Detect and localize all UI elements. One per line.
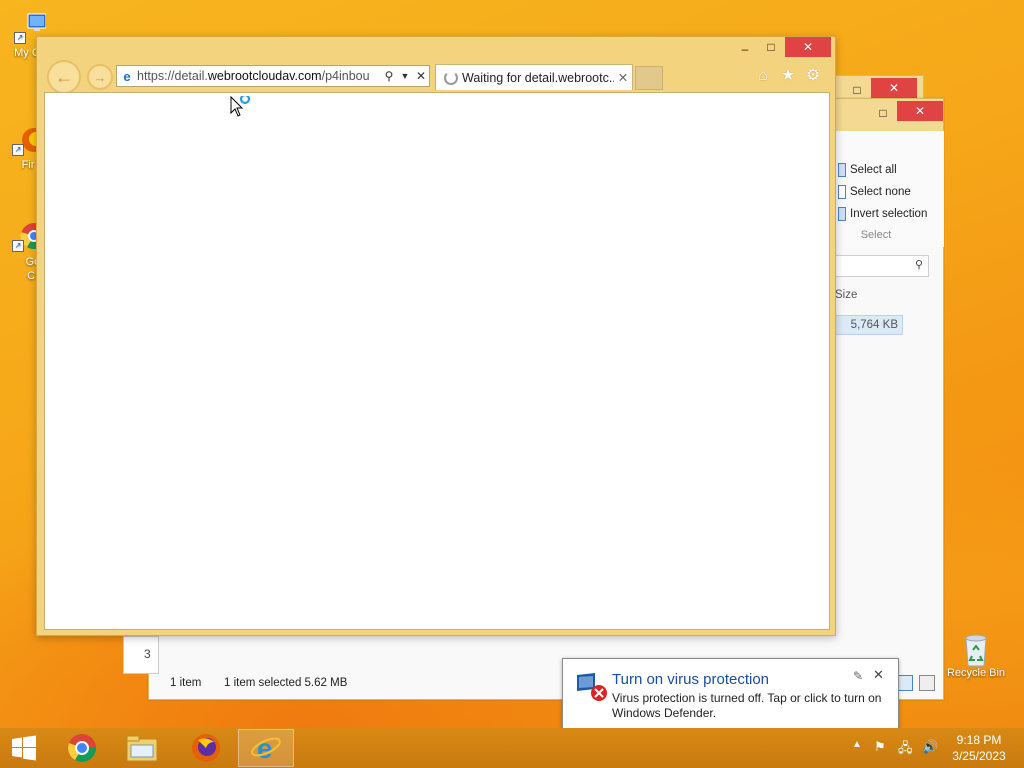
shortcut-arrow-icon: ↗: [12, 240, 24, 252]
settings-gear-icon[interactable]: ⚙: [803, 66, 823, 86]
taskbar: e ▲ ⚑ 🖧 🔊 9:18 PM 3/25/2023: [0, 728, 1024, 768]
select-none-button[interactable]: Select none: [838, 183, 911, 201]
firefox-icon: [192, 734, 220, 762]
partial-text: 3: [144, 647, 151, 661]
taskbar-firefox[interactable]: [178, 729, 234, 767]
back-arrow-icon: ←: [55, 66, 73, 87]
shortcut-arrow-icon: ↗: [14, 32, 26, 44]
select-all-button[interactable]: Select all: [838, 161, 897, 179]
select-none-icon: [838, 185, 846, 199]
favorites-star-icon[interactable]: ★: [778, 66, 798, 86]
minimize-button[interactable]: ‒: [731, 39, 759, 59]
ribbon-select-group: Select all Select none Invert selection …: [835, 131, 944, 247]
network-icon[interactable]: 🖧: [898, 739, 913, 761]
folder-icon: [126, 735, 158, 762]
windows-logo-icon: [12, 735, 36, 761]
search-input[interactable]: ⚲: [835, 255, 929, 277]
taskbar-file-explorer[interactable]: [114, 729, 170, 767]
notification-body: Virus protection is turned off. Tap or c…: [612, 691, 882, 720]
pin-icon[interactable]: ✎: [853, 669, 863, 683]
new-tab-button[interactable]: [635, 66, 663, 90]
stop-icon[interactable]: ✕: [413, 69, 429, 83]
windows-defender-flag-icon: [575, 671, 609, 706]
back-button[interactable]: ←: [47, 60, 81, 94]
defender-notification[interactable]: Turn on virus protection Virus protectio…: [562, 658, 899, 730]
details-view-button[interactable]: [897, 675, 913, 691]
maximize-button[interactable]: □: [869, 103, 897, 123]
search-icon: ⚲: [914, 259, 923, 271]
desktop-icon-recycle-bin[interactable]: Recycle Bin: [944, 632, 1008, 679]
select-all-icon: [838, 163, 846, 177]
show-hidden-icons-button[interactable]: ▲: [852, 739, 862, 750]
clock-time: 9:18 PM: [956, 733, 1002, 747]
page-content-area[interactable]: [44, 92, 830, 630]
forward-arrow-icon: →: [93, 69, 107, 85]
maximize-button[interactable]: □: [757, 37, 785, 57]
svg-text:e: e: [257, 733, 273, 764]
tab-close-icon[interactable]: ✕: [614, 70, 632, 85]
column-header-size[interactable]: Size: [835, 289, 857, 301]
maximize-button[interactable]: □: [843, 80, 871, 100]
internet-explorer-window: ‒ □ ✕ ← → e https://detail.webrootclouda…: [36, 36, 836, 636]
internet-explorer-icon: e: [251, 733, 281, 764]
large-icons-view-button[interactable]: [919, 675, 935, 691]
dropdown-icon[interactable]: ▼: [397, 71, 413, 81]
chrome-icon: [68, 734, 96, 762]
loading-spinner-icon: [444, 70, 458, 85]
close-button[interactable]: ✕: [785, 37, 831, 57]
taskbar-clock[interactable]: 9:18 PM 3/25/2023: [944, 732, 1014, 764]
notification-title: Turn on virus protection: [612, 671, 770, 688]
close-button[interactable]: ✕: [871, 78, 917, 98]
ie-page-icon: e: [123, 68, 131, 84]
status-selection: 1 item selected 5.62 MB: [224, 677, 348, 689]
forward-button[interactable]: →: [87, 64, 113, 90]
close-button[interactable]: ✕: [897, 101, 943, 121]
desktop-icon-label: Recycle Bin: [946, 667, 1006, 679]
browser-tab[interactable]: Waiting for detail.webrootc... ✕: [435, 64, 633, 90]
action-center-alert-icon[interactable]: ⚑: [874, 739, 886, 755]
address-bar[interactable]: e https://detail.webrootcloudav.com/p4in…: [116, 65, 430, 87]
background-panel: 3: [123, 636, 159, 674]
taskbar-chrome[interactable]: [54, 729, 110, 767]
home-icon[interactable]: ⌂: [753, 66, 773, 86]
tab-label: Waiting for detail.webrootc...: [462, 70, 614, 85]
clock-date: 3/25/2023: [952, 749, 1006, 763]
status-item-count: 1 item: [170, 677, 202, 689]
shortcut-arrow-icon: ↗: [12, 144, 24, 156]
notification-close-icon[interactable]: ✕: [873, 667, 884, 683]
invert-selection-icon: [838, 207, 846, 221]
address-url[interactable]: https://detail.webrootcloudav.com/p4inbo…: [137, 69, 381, 83]
invert-selection-button[interactable]: Invert selection: [838, 205, 927, 223]
ribbon-group-label: Select: [860, 229, 892, 241]
taskbar-internet-explorer[interactable]: e: [238, 729, 294, 767]
recycle-bin-icon: [960, 632, 992, 667]
file-size-cell[interactable]: 5,764 KB: [835, 315, 903, 335]
volume-icon[interactable]: 🔊: [922, 739, 938, 755]
search-icon[interactable]: ⚲: [381, 69, 397, 83]
busy-cursor-icon: [230, 93, 256, 123]
start-button[interactable]: [0, 729, 48, 767]
